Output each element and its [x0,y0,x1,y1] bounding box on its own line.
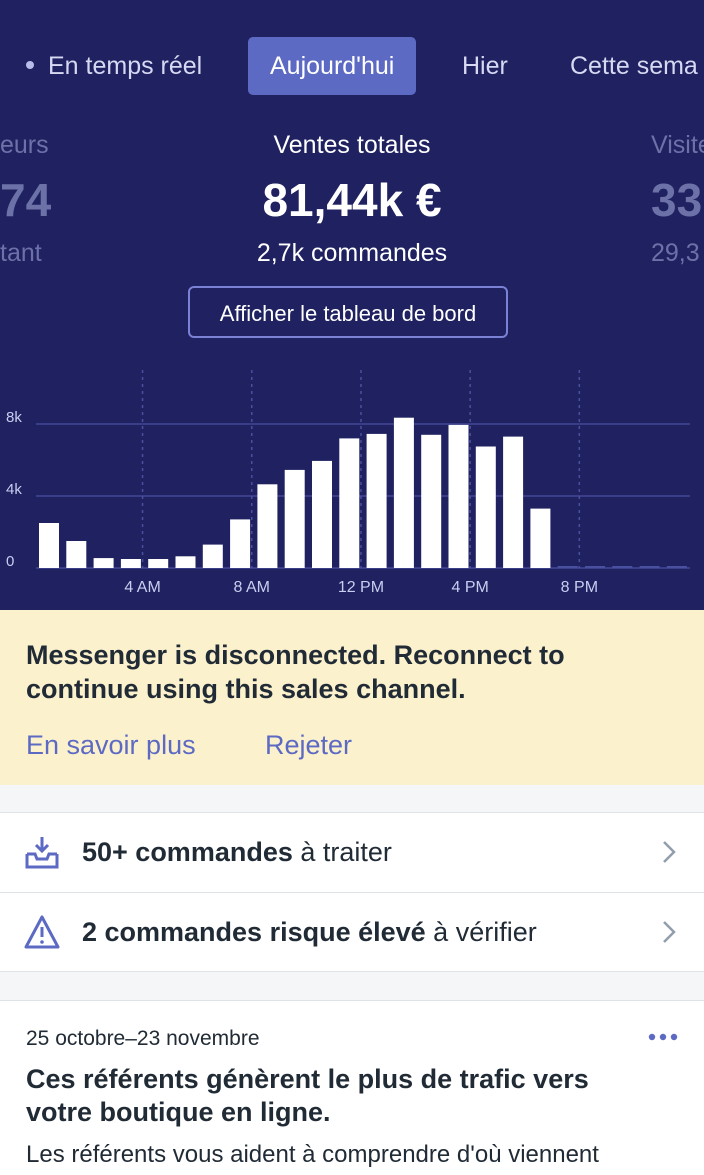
chart-bar [93,558,114,568]
live-dot-icon [26,61,34,70]
chart-bar [312,460,332,568]
stat-value: 33 [651,174,703,226]
stat-value: 74 [0,174,52,226]
chart-y-tick-label: 8k [6,409,22,426]
chart-bar [230,519,251,568]
referrers-insight-card: 25 octobre–23 novembre Ces référents gén… [0,1000,704,1175]
task-text: 50+ commandes à traiter [82,813,392,891]
chart-x-tick-label: 4 AM [124,579,160,596]
date-range: 25 octobre–23 novembre [26,1027,260,1050]
chart-bar [503,436,524,568]
chart-bar [666,566,687,568]
stat-label: Visite [651,131,704,159]
chart-bar [339,438,360,568]
chart-bar [530,508,551,568]
chart-y-tick-label: 0 [6,553,14,570]
chart-bar [585,566,605,568]
chart-bar [148,559,169,568]
chevron-right-icon [663,921,676,943]
chart-x-tick-label: 8 PM [561,579,598,596]
view-dashboard-button[interactable]: Afficher le tableau de bord [188,286,508,338]
chart-bar [175,556,196,568]
chart-x-tick-label: 8 AM [234,579,270,596]
chart-bar [284,469,305,568]
more-options-icon[interactable] [648,1033,678,1041]
chart-x-tick-label: 12 PM [338,579,384,596]
chart-bar [421,434,442,568]
insight-title: Ces référents génèrent le plus de trafic… [26,1064,589,1127]
task-text: 2 commandes risque élevé à vérifier [82,893,537,971]
tasks-card: 50+ commandes à traiter 2 commandes risq… [0,812,704,972]
chart-y-tick-label: 4k [6,481,22,498]
stat-label: Ventes totales [273,131,431,159]
chart-bar [120,559,141,568]
chart-bar [612,566,633,568]
date-tabs: En temps réel Aujourd'hui Hier Cette sem… [0,37,704,95]
stat-total-sales[interactable]: Ventes totales 81,44k € 2,7k commandes [152,130,552,268]
stat-label: eurs [0,131,49,159]
hourly-sales-chart: 0 4k 8k 4 AM 8 AM 12 PM 4 PM 8 PM [6,370,690,596]
task-count: 2 commandes risque élevé [82,917,426,947]
stat-visitors-now[interactable]: eurs 74 tant [0,130,60,268]
tab-this-week[interactable]: Cette sema [570,37,698,95]
stat-value: 81,44k € [262,174,442,226]
task-row-orders-to-process[interactable]: 50+ commandes à traiter [0,813,704,891]
stat-sub: 29,3 [651,239,700,267]
stat-visits[interactable]: Visite 33 29,3 [651,130,704,268]
stat-sub: tant [0,239,42,267]
chart-bar [366,433,387,568]
learn-more-link[interactable]: En savoir plus [26,728,196,762]
task-action: à vérifier [425,917,537,947]
messenger-disconnected-banner: Messenger is disconnected. Reconnect to … [0,610,704,785]
sales-hero: En temps réel Aujourd'hui Hier Cette sem… [0,0,704,610]
chart-bar [448,424,469,568]
inbox-download-icon [25,837,59,869]
task-row-high-risk-orders[interactable]: 2 commandes risque élevé à vérifier [0,892,704,971]
tab-today[interactable]: Aujourd'hui [248,37,417,95]
chart-bar [393,417,414,568]
task-count: 50+ commandes [82,837,293,867]
tab-yesterday[interactable]: Hier [462,37,508,95]
banner-message: Messenger is disconnected. Reconnect to … [26,640,565,704]
stat-sub: 2,7k commandes [256,239,448,267]
chart-bar [257,484,278,568]
dismiss-link[interactable]: Rejeter [265,728,352,762]
chart-bar [475,446,496,568]
chart-bar [557,566,578,568]
chevron-right-icon [663,841,676,863]
chart-bar [639,566,660,568]
tab-realtime[interactable]: En temps réel [26,37,202,95]
chart-bar [66,541,87,568]
chart-bar [202,544,223,568]
warning-triangle-icon [24,915,60,949]
chart-bar [39,523,59,568]
task-action: à traiter [292,837,392,867]
chart-x-tick-label: 4 PM [451,579,488,596]
tab-realtime-label: En temps réel [48,52,203,80]
insight-body: Les référents vous aident à comprendre d… [26,1141,599,1168]
